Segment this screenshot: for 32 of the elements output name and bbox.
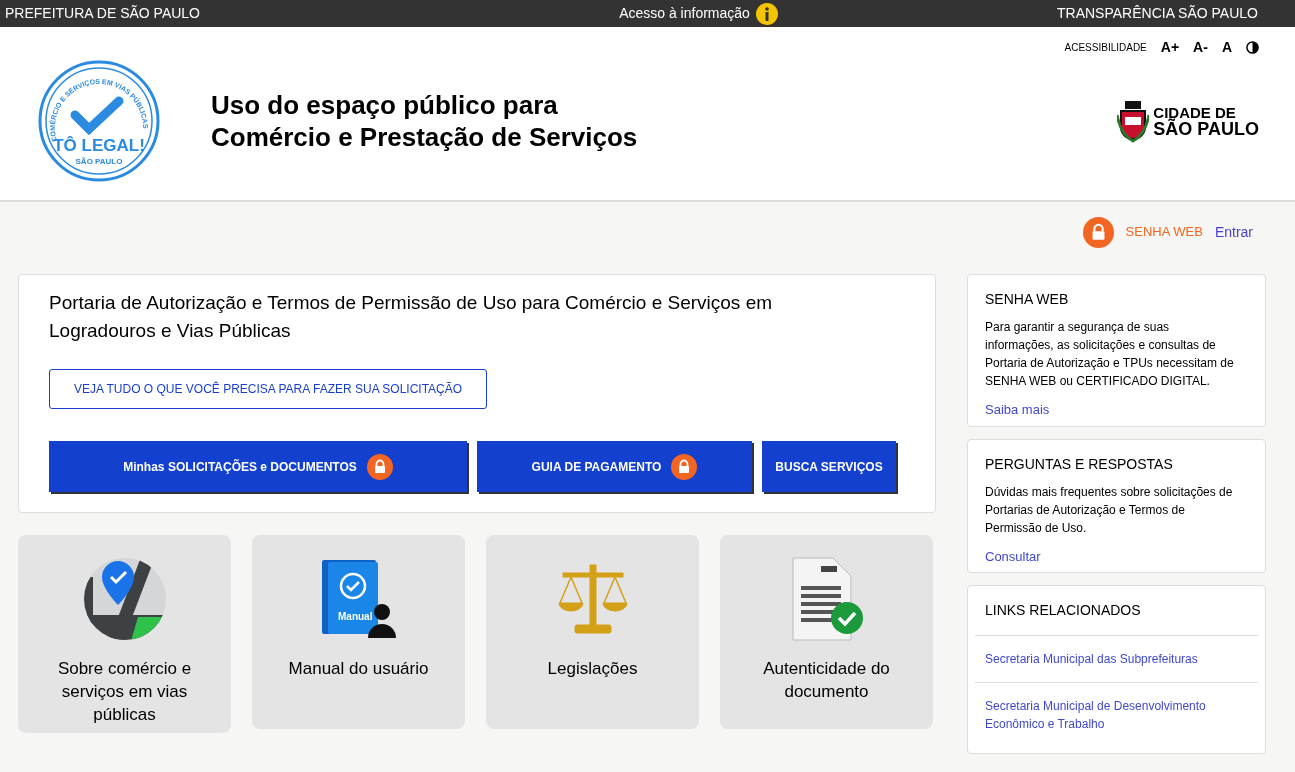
related-link[interactable]: Secretaria Municipal das Subprefeituras xyxy=(975,635,1258,682)
sidebar-card-text: Dúvidas mais frequentes sobre solicitações de Portarias de Autorização e Termos de Permissão de Uso. xyxy=(985,483,1234,537)
requirements-button[interactable]: VEJA TUDO O QUE VOCÊ PRECISA PARA FAZER SUA SOLICITAÇÃO xyxy=(49,369,488,409)
login-link[interactable]: Entrar xyxy=(1214,221,1253,243)
font-size-button[interactable]: A xyxy=(1221,37,1232,58)
action-button[interactable]: GUIA DE PAGAMENTO xyxy=(477,441,752,492)
sidebar-card-title: PERGUNTAS E RESPOSTAS xyxy=(985,454,1174,474)
feature-tile[interactable]: Manual Manual do usuário xyxy=(252,535,465,729)
contrast-icon[interactable] xyxy=(1246,41,1259,54)
action-button[interactable]: Minhas SOLICITAÇÕES e DOCUMENTOS xyxy=(49,441,467,492)
feature-tile[interactable]: Sobre comércio e serviços em vias públicas xyxy=(18,535,231,733)
feature-tile[interactable]: Autenticidade do documento xyxy=(720,535,933,729)
sidebar-card-link[interactable]: Saiba mais xyxy=(985,400,1248,420)
main-card-title: Portaria de Autorização e Termos de Permissão de Uso para Comércio e Serviços em Logradouros e Vias Públicas xyxy=(49,291,774,343)
sidebar-card-link[interactable]: Consultar xyxy=(985,546,1248,566)
font-size-button[interactable]: A+ xyxy=(1160,37,1180,58)
padlock-icon xyxy=(1082,216,1114,248)
sidebar-card-title: LINKS RELACIONADOS xyxy=(985,601,1142,620)
city-logo-text: CIDADE DE SÃO PAULO xyxy=(1153,104,1259,137)
city-coat-of-arms-icon xyxy=(1117,98,1150,143)
page-title: Uso do espaço público para Comércio e Prestação de Serviços xyxy=(211,88,638,153)
feature-tile[interactable]: Legislações xyxy=(486,535,699,729)
font-size-button[interactable]: A- xyxy=(1193,37,1208,58)
related-link[interactable]: Secretaria Municipal de Desenvolvimento Econômico e Trabalho xyxy=(975,682,1258,747)
action-button[interactable]: BUSCA SERVIÇOS xyxy=(762,441,896,492)
info-access-link[interactable]: Acesso à informação xyxy=(619,3,750,24)
accessibility-label: ACESSIBILIDADE xyxy=(1064,41,1147,55)
sidebar-card-title: SENHA WEB xyxy=(985,290,1070,309)
web-password-label: SENHA WEB xyxy=(1125,223,1203,242)
city-hall-link[interactable]: PREFEITURA DE SÃO PAULO xyxy=(5,3,200,24)
sidebar-card-text: Para garantir a segurança de suas informações, as solicitações e consultas de Portaria de Autorização e TPUs necessitam de SENHA WEB ou CERTIFICADO DIGITAL. xyxy=(985,319,1235,390)
transparency-link[interactable]: TRANSPARÊNCIA SÃO PAULO xyxy=(1057,3,1258,24)
